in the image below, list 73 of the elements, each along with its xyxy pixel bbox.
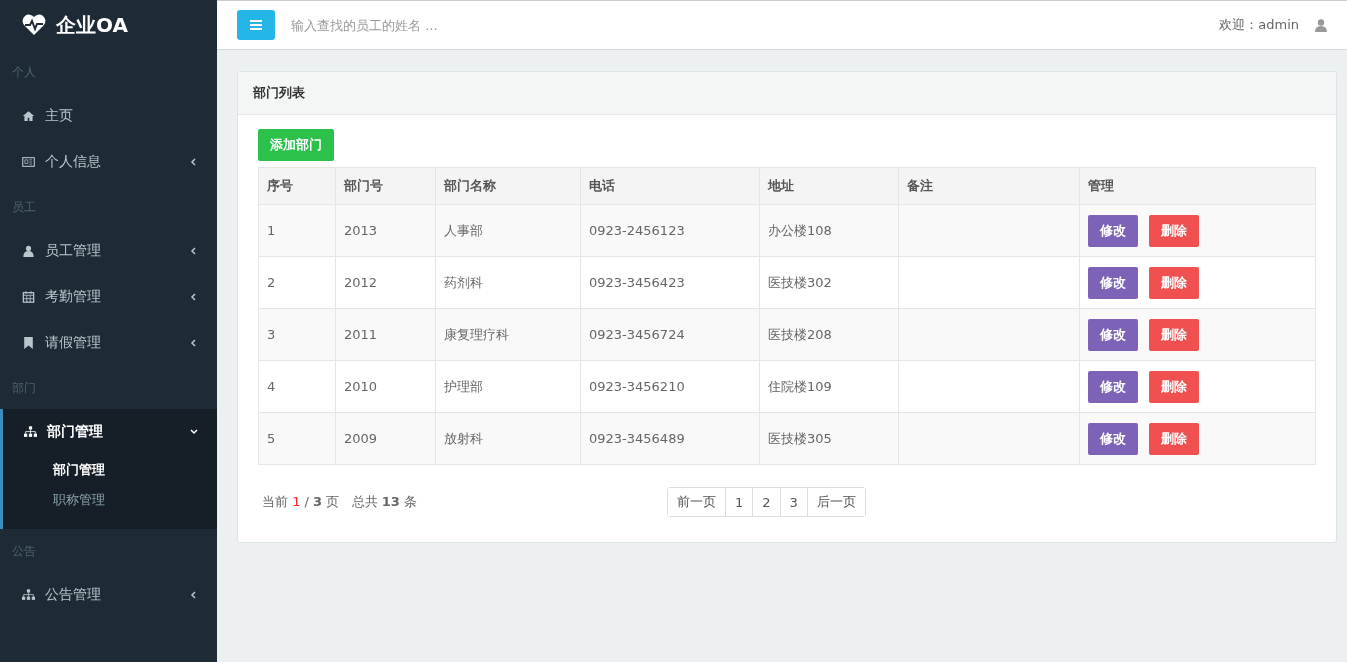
sidebar-item[interactable]: 请假管理 <box>0 320 217 366</box>
table-cell: 人事部 <box>435 204 581 257</box>
table-cell: 住院楼109 <box>759 360 899 413</box>
menu-button[interactable] <box>237 10 275 40</box>
id-card-icon <box>22 156 35 168</box>
sidebar-item[interactable]: 主页 <box>0 93 217 139</box>
chevron-left-icon <box>189 246 199 256</box>
menu-icon <box>250 20 262 30</box>
heartbeat-icon <box>22 14 46 36</box>
sitemap-icon <box>22 589 35 601</box>
bookmark-icon <box>22 337 35 349</box>
table-cell: 3 <box>258 308 336 361</box>
sidebar-item[interactable]: 考勤管理 <box>0 274 217 320</box>
next-page-button[interactable]: 后一页 <box>806 488 865 516</box>
table-cell: 放射科 <box>435 412 581 465</box>
table-cell: 4 <box>258 360 336 413</box>
column-header: 序号 <box>258 167 336 205</box>
panel-title: 部门列表 <box>253 84 305 102</box>
edit-button[interactable]: 修改 <box>1088 422 1138 455</box>
table-cell: 医技楼208 <box>759 308 899 361</box>
home-icon <box>22 110 35 122</box>
sidebar-item[interactable]: 个人信息 <box>0 139 217 185</box>
delete-button[interactable]: 删除 <box>1149 266 1199 299</box>
delete-button[interactable]: 删除 <box>1149 422 1199 455</box>
table-cell: 2 <box>258 256 336 309</box>
welcome-text: 欢迎：admin <box>1219 16 1299 34</box>
table-cell: 0923-3456724 <box>580 308 760 361</box>
table-cell: 0923-3456210 <box>580 360 760 413</box>
column-header: 备注 <box>898 167 1080 205</box>
delete-button[interactable]: 删除 <box>1149 370 1199 403</box>
table-cell: 5 <box>258 412 336 465</box>
delete-button[interactable]: 删除 <box>1149 318 1199 351</box>
table-cell: 护理部 <box>435 360 581 413</box>
edit-button[interactable]: 修改 <box>1088 266 1138 299</box>
page-info: 当前 1 / 3 页 总共 13 条 <box>262 493 419 511</box>
table-cell: 2011 <box>335 308 436 361</box>
chevron-left-icon <box>189 338 199 348</box>
column-header: 部门号 <box>335 167 436 205</box>
table-cell: 0923-2456123 <box>580 204 760 257</box>
table-cell: 0923-3456423 <box>580 256 760 309</box>
column-header: 部门名称 <box>435 167 581 205</box>
chevron-left-icon <box>189 590 199 600</box>
table-cell: 2009 <box>335 412 436 465</box>
edit-button[interactable]: 修改 <box>1088 318 1138 351</box>
table-cell: 药剂科 <box>435 256 581 309</box>
table-cell: 医技楼302 <box>759 256 899 309</box>
column-header: 管理 <box>1079 167 1316 205</box>
column-header: 地址 <box>759 167 899 205</box>
chevron-left-icon <box>189 157 199 167</box>
user-icon[interactable] <box>1315 18 1327 32</box>
table-cell: 1 <box>258 204 336 257</box>
table-cell: 2010 <box>335 360 436 413</box>
delete-button[interactable]: 删除 <box>1149 214 1199 247</box>
chevron-down-icon <box>189 427 199 437</box>
chevron-left-icon <box>189 292 199 302</box>
submenu-item[interactable]: 部门管理 <box>3 455 217 485</box>
sidebar-item[interactable]: 员工管理 <box>0 228 217 274</box>
submenu-item[interactable]: 职称管理 <box>3 485 217 515</box>
sidebar-item[interactable]: 部门管理 <box>3 409 217 455</box>
calendar-icon <box>22 291 35 303</box>
column-header: 电话 <box>580 167 760 205</box>
edit-button[interactable]: 修改 <box>1088 214 1138 247</box>
app-title: 企业OA <box>56 11 128 39</box>
table-cell: 康复理疗科 <box>435 308 581 361</box>
sitemap-icon <box>24 426 37 438</box>
edit-button[interactable]: 修改 <box>1088 370 1138 403</box>
table-cell: 2013 <box>335 204 436 257</box>
table-cell: 办公楼108 <box>759 204 899 257</box>
user-icon <box>22 245 35 257</box>
table-cell: 医技楼305 <box>759 412 899 465</box>
sidebar-item[interactable]: 公告管理 <box>0 572 217 618</box>
table-cell: 0923-3456489 <box>580 412 760 465</box>
table-cell: 2012 <box>335 256 436 309</box>
